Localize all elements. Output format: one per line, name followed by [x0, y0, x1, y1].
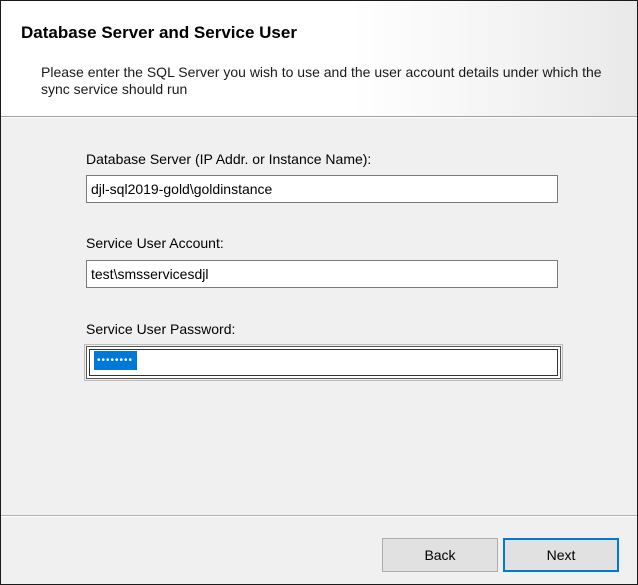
- next-button[interactable]: Next: [503, 538, 619, 572]
- footer-divider: [1, 515, 637, 517]
- installer-dialog: Database Server and Service User Please …: [0, 0, 638, 585]
- header-divider: [1, 116, 637, 118]
- database-server-input[interactable]: [86, 175, 558, 203]
- service-user-password-input[interactable]: ••••••••: [84, 344, 563, 381]
- dialog-title: Database Server and Service User: [21, 23, 297, 42]
- password-focus-border: [89, 349, 558, 376]
- dialog-header: Database Server and Service User Please …: [1, 1, 637, 116]
- password-masked-value: ••••••••: [94, 351, 138, 370]
- back-button[interactable]: Back: [382, 538, 498, 572]
- service-user-account-label: Service User Account:: [86, 235, 224, 251]
- service-user-account-input[interactable]: [86, 260, 558, 288]
- dialog-subtitle: Please enter the SQL Server you wish to …: [41, 64, 602, 97]
- database-server-label: Database Server (IP Addr. or Instance Na…: [86, 151, 372, 167]
- service-user-password-label: Service User Password:: [86, 321, 236, 337]
